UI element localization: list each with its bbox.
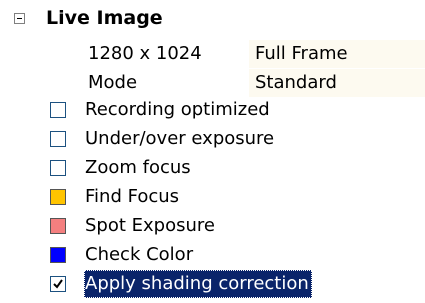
checkmark-icon — [53, 279, 63, 289]
option-find-focus[interactable]: Find Focus — [0, 182, 425, 212]
option-label-selected: Apply shading correction — [84, 270, 312, 298]
checkbox[interactable] — [50, 160, 66, 176]
checkbox-checked[interactable] — [50, 276, 66, 292]
option-under-over-exposure[interactable]: Under/over exposure — [0, 124, 425, 154]
property-row-mode: Mode Standard — [0, 69, 425, 97]
property-name: Mode — [88, 72, 138, 93]
live-image-panel: Live Image 1280 x 1024 Full Frame Mode S… — [0, 0, 425, 303]
color-swatch-blue[interactable] — [50, 247, 66, 263]
option-check-color[interactable]: Check Color — [0, 240, 425, 270]
checkbox[interactable] — [50, 102, 66, 118]
property-value-field[interactable]: Full Frame — [249, 40, 425, 68]
group-title: Live Image — [46, 7, 163, 29]
property-value-field[interactable]: Standard — [249, 69, 425, 97]
option-spot-exposure[interactable]: Spot Exposure — [0, 211, 425, 241]
option-recording-optimized[interactable]: Recording optimized — [0, 95, 425, 125]
property-name: 1280 x 1024 — [88, 43, 202, 64]
property-row-resolution: 1280 x 1024 Full Frame — [0, 40, 425, 68]
checkbox[interactable] — [50, 131, 66, 147]
option-zoom-focus[interactable]: Zoom focus — [0, 153, 425, 183]
option-label: Recording optimized — [85, 99, 270, 120]
option-label: Check Color — [85, 244, 194, 265]
option-label: Zoom focus — [85, 157, 191, 178]
option-label: Under/over exposure — [85, 128, 275, 149]
option-label: Spot Exposure — [85, 215, 215, 236]
option-apply-shading-correction[interactable]: Apply shading correction — [0, 269, 425, 299]
group-header-live-image[interactable]: Live Image — [0, 0, 425, 36]
collapse-icon[interactable] — [14, 13, 25, 24]
color-swatch-pink[interactable] — [50, 218, 66, 234]
option-label: Find Focus — [85, 186, 180, 207]
color-swatch-orange[interactable] — [50, 189, 66, 205]
